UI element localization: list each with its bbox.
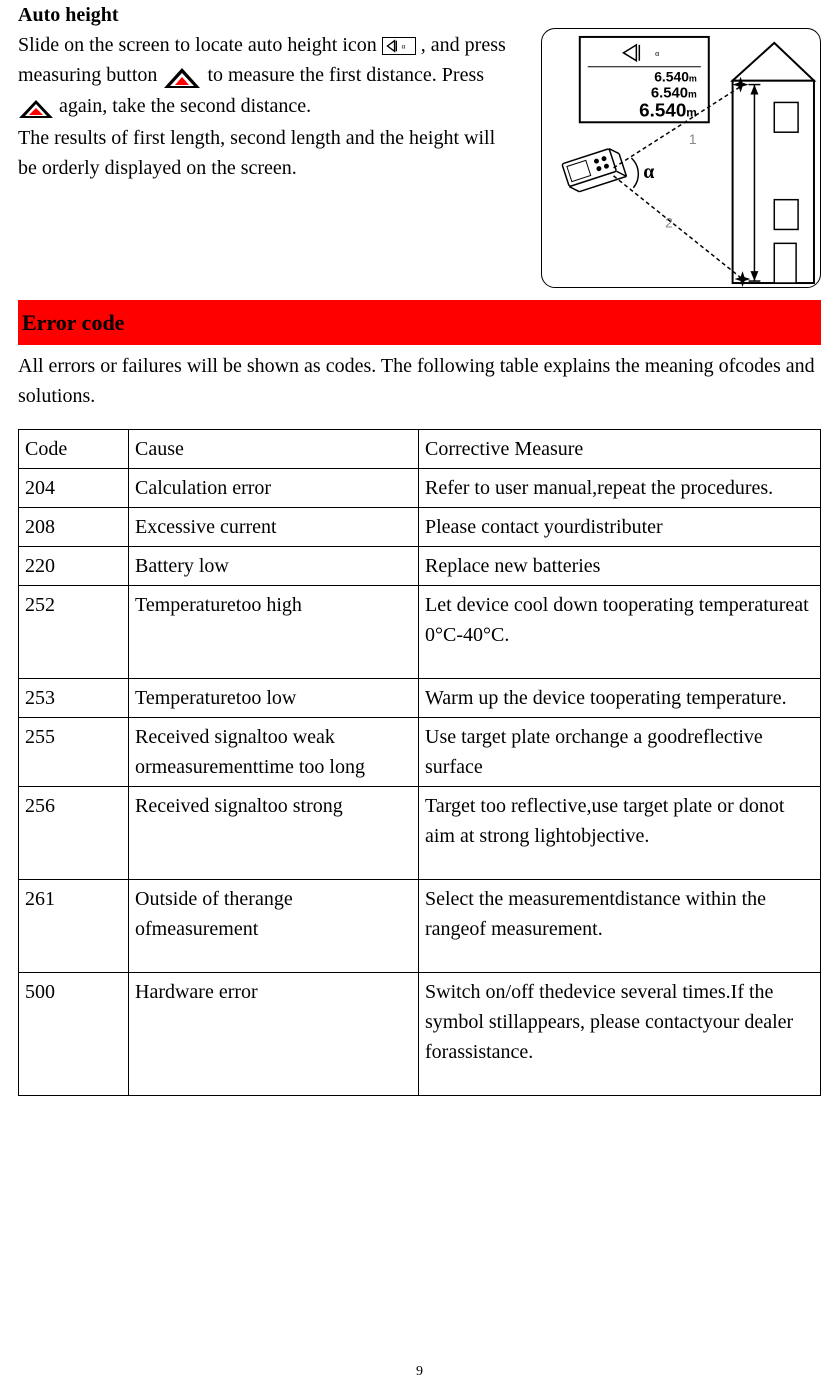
td-cause: Temperaturetoo low [129,679,419,718]
auto-height-title: Auto height [18,0,513,30]
auto-height-diagram: α 6.540m 6.540m 6.540m [541,28,821,288]
screen-val1: 6.540 [654,69,689,85]
table-row: 220Battery lowReplace new batteries [19,547,821,586]
screen-unit1: m [689,74,697,84]
td-cause: Calculation error [129,469,419,508]
td-code: 220 [19,547,129,586]
diagram-num2: 2 [665,214,673,230]
svg-text:α: α [401,43,405,51]
td-measure: Let device cool down tooperating tempera… [419,586,821,679]
td-measure: Use target plate orchange a goodreflecti… [419,718,821,787]
table-row: 256Received signaltoo strongTarget too r… [19,787,821,880]
table-row: 261Outside of therange ofmeasurementSele… [19,880,821,973]
th-measure: Corrective Measure [419,430,821,469]
td-cause: Received signaltoo strong [129,787,419,880]
th-code: Code [19,430,129,469]
td-code: 204 [19,469,129,508]
td-measure: Refer to user manual,repeat the procedur… [419,469,821,508]
td-code: 253 [19,679,129,718]
table-header-row: Code Cause Corrective Measure [19,430,821,469]
table-row: 255Received signaltoo weak ormeasurement… [19,718,821,787]
auto-height-line1c: to measure the first distance. Press [207,64,484,86]
table-row: 204Calculation errorRefer to user manual… [19,469,821,508]
td-measure: Select the measurementdistance within th… [419,880,821,973]
auto-height-line1d: again, take the second distance. [59,95,311,117]
screen-val3: 6.540 [639,99,686,120]
auto-height-line1a: Slide on the screen to locate auto heigh… [18,34,382,56]
td-measure: Switch on/off thedevice several times.If… [419,973,821,1096]
error-code-intro: All errors or failures will be shown as … [18,351,821,411]
td-code: 500 [19,973,129,1096]
td-cause: Received signaltoo weak ormeasurementtim… [129,718,419,787]
auto-height-line2: The results of first length, second leng… [18,123,513,183]
table-row: 252Temperaturetoo highLet device cool do… [19,586,821,679]
alpha-label: α [643,161,654,183]
svg-text:α: α [655,49,659,58]
td-measure: Please contact yourdistributer [419,508,821,547]
td-measure: Target too reflective,use target plate o… [419,787,821,880]
table-row: 253Temperaturetoo lowWarm up the device … [19,679,821,718]
measure-button-icon [162,61,202,91]
auto-height-text: Auto height Slide on the screen to locat… [18,0,513,183]
td-cause: Battery low [129,547,419,586]
table-row: 500Hardware errorSwitch on/off thedevice… [19,973,821,1096]
measure-button-icon-2 [18,93,54,123]
auto-height-section: Auto height Slide on the screen to locat… [18,0,821,288]
td-code: 256 [19,787,129,880]
td-code: 255 [19,718,129,787]
td-code: 252 [19,586,129,679]
diagram-num1: 1 [689,131,697,147]
td-code: 208 [19,508,129,547]
error-code-table: Code Cause Corrective Measure 204Calcula… [18,429,821,1096]
error-code-header: Error code [18,300,821,345]
td-measure: Warm up the device tooperating temperatu… [419,679,821,718]
td-code: 261 [19,880,129,973]
td-cause: Outside of therange ofmeasurement [129,880,419,973]
page-number: 9 [0,1361,839,1382]
screen-unit2: m [688,89,697,100]
td-cause: Temperaturetoo high [129,586,419,679]
td-measure: Replace new batteries [419,547,821,586]
th-cause: Cause [129,430,419,469]
td-cause: Hardware error [129,973,419,1096]
auto-height-icon: α [382,37,416,55]
td-cause: Excessive current [129,508,419,547]
table-row: 208Excessive currentPlease contact yourd… [19,508,821,547]
